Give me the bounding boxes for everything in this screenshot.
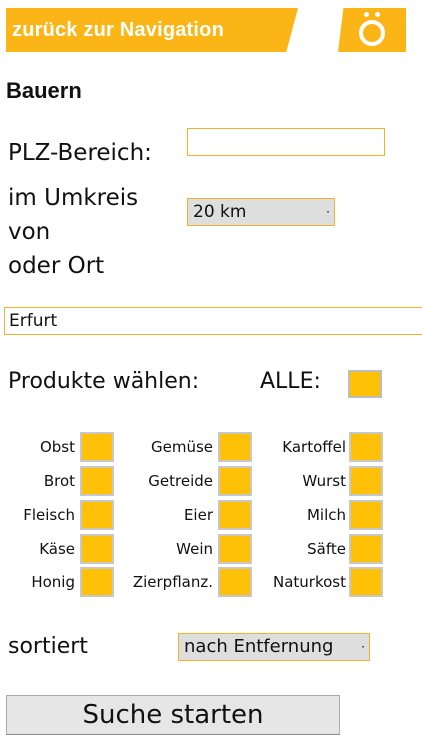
product-label: Gemüse [150, 438, 213, 456]
product-label: Fleisch [23, 506, 75, 524]
product-label: Obst [39, 438, 75, 456]
logo[interactable] [338, 8, 406, 52]
product-label: Naturkost [273, 573, 346, 591]
logo-icon [359, 12, 385, 46]
radius-select[interactable]: 20 km · [187, 198, 335, 226]
product-checkbox[interactable] [349, 500, 383, 530]
dropdown-arrow-icon: · [326, 205, 330, 219]
sort-select[interactable]: nach Entfernung · [178, 633, 370, 661]
product-label: Säfte [307, 540, 346, 558]
plz-label: PLZ-Bereich: [8, 140, 152, 166]
product-label: Wurst [302, 472, 346, 490]
product-checkbox[interactable] [349, 432, 383, 462]
ort-input[interactable]: Erfurt [4, 307, 422, 335]
alle-checkbox[interactable] [348, 370, 382, 398]
product-label: Käse [39, 540, 75, 558]
product-label: Getreide [148, 472, 213, 490]
sort-label: sortiert [8, 634, 88, 659]
search-button[interactable]: Suche starten [6, 695, 340, 735]
umkreis-label: im Umkreis von oder Ort [8, 185, 139, 279]
product-label: Milch [306, 506, 346, 524]
product-label: Wein [176, 540, 213, 558]
alle-label: ALLE: [260, 369, 321, 394]
product-checkbox[interactable] [349, 534, 383, 564]
dropdown-arrow-icon: · [361, 640, 365, 654]
product-label: Brot [43, 472, 75, 490]
product-label: Zierpflanz. [132, 573, 213, 591]
product-label: Honig [31, 573, 75, 591]
product-label: Eier [183, 506, 213, 524]
page-title: Bauern [6, 78, 82, 103]
product-checkbox[interactable] [349, 567, 383, 597]
plz-input[interactable] [187, 128, 385, 156]
back-to-navigation-link[interactable]: zurück zur Navigation [6, 8, 298, 52]
produkte-label: Produkte wählen: [8, 369, 200, 394]
product-label: Kartoffel [282, 438, 346, 456]
product-checkbox[interactable] [349, 466, 383, 496]
